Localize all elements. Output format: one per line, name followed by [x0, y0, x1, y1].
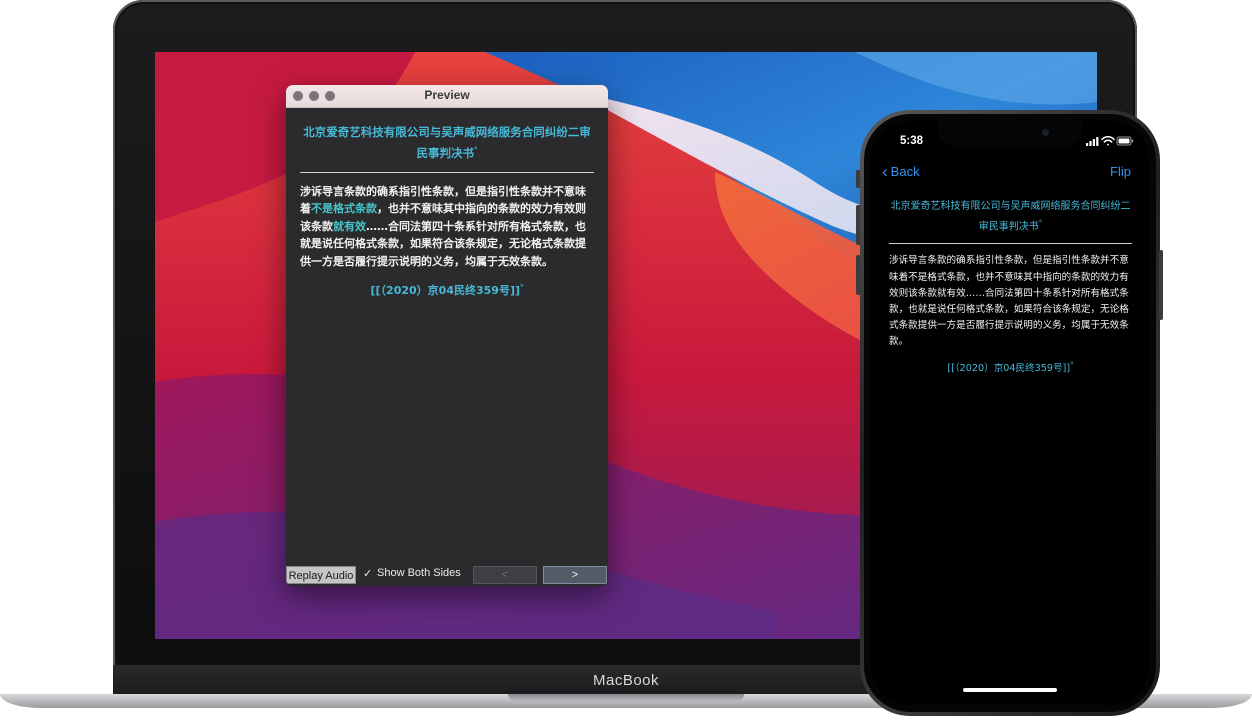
window-title: Preview [424, 88, 470, 102]
flip-button[interactable]: Flip [1110, 164, 1131, 179]
chevron-left-icon: ‹ [882, 162, 888, 181]
next-button[interactable]: > [543, 566, 607, 584]
window-titlebar[interactable]: Preview [286, 85, 608, 108]
phone-citation-mark: ° [1070, 360, 1074, 369]
signal-icon [1086, 137, 1099, 146]
card-title-mark: ° [474, 146, 478, 154]
macbook-opening-notch [508, 694, 744, 701]
back-button[interactable]: ‹ Back [882, 162, 920, 181]
phone-card-body: 涉诉导言条款的确系指引性条款，但是指引性条款并不意味着不是格式条款，也并不意味其… [889, 255, 1129, 348]
phone-citation-link[interactable]: [[（2020）京04民终359号]] [947, 363, 1070, 374]
show-both-sides-label[interactable]: Show Both Sides [377, 567, 461, 579]
phone-notch [938, 121, 1082, 147]
card-title: 北京爱奇艺科技有限公司与吴声威网络服务合同纠纷二审民事判决书° [300, 123, 594, 162]
citation-mark: ° [520, 283, 524, 292]
card-body-highlight: 不是格式条款 [311, 202, 377, 216]
phone-side-button [1159, 250, 1163, 320]
phone-flashcard: 北京爱奇艺科技有限公司与吴声威网络服务合同纠纷二审民事判决书° 涉诉导言条款的确… [889, 199, 1132, 374]
front-camera-icon [1042, 129, 1049, 136]
card-citation[interactable]: [[（2020）京04民终359号]]° [300, 282, 594, 298]
card-divider [300, 171, 594, 173]
phone-card-citation[interactable]: [[（2020）京04民终359号]]° [889, 360, 1132, 374]
preview-window: Preview 北京爱奇艺科技有限公司与吴声威网络服务合同纠纷二审民事判决书° … [286, 85, 608, 586]
back-label: Back [890, 164, 920, 179]
citation-link[interactable]: [[（2020）京04民终359号]] [371, 284, 521, 297]
flashcard: 北京爱奇艺科技有限公司与吴声威网络服务合同纠纷二审民事判决书° 涉诉导言条款的确… [300, 123, 594, 298]
show-both-sides-checkbox[interactable]: ✓ [363, 567, 372, 580]
battery-icon [1116, 136, 1134, 146]
phone-screen: 5:38 ‹ Back Flip 北京爱奇艺科技有限公司与吴声威网络服务合同纠纷二… [871, 121, 1149, 705]
phone-card-title: 北京爱奇艺科技有限公司与吴声威网络服务合同纠纷二审民事判决书° [889, 199, 1132, 235]
card-body: 涉诉导言条款的确系指引性条款，但是指引性条款并不意味着不是格式条款，也并不意味其… [300, 183, 594, 271]
card-body-highlight: 就有效 [333, 219, 366, 233]
replay-audio-button[interactable]: Replay Audio [286, 566, 356, 584]
status-indicators [1086, 136, 1134, 146]
wifi-icon [1101, 136, 1115, 146]
card-title-text: 北京爱奇艺科技有限公司与吴声威网络服务合同纠纷二审民事判决书 [303, 125, 591, 160]
phone-card-title-mark: ° [1038, 219, 1043, 227]
phone-card-title-text: 北京爱奇艺科技有限公司与吴声威网络服务合同纠纷二审民事判决书 [890, 201, 1131, 233]
phone-card-divider [889, 243, 1132, 245]
home-indicator[interactable] [963, 688, 1057, 692]
window-toolbar: Replay Audio ✓ Show Both Sides < > [286, 564, 608, 586]
status-time: 5:38 [900, 135, 924, 147]
previous-button[interactable]: < [473, 566, 537, 584]
